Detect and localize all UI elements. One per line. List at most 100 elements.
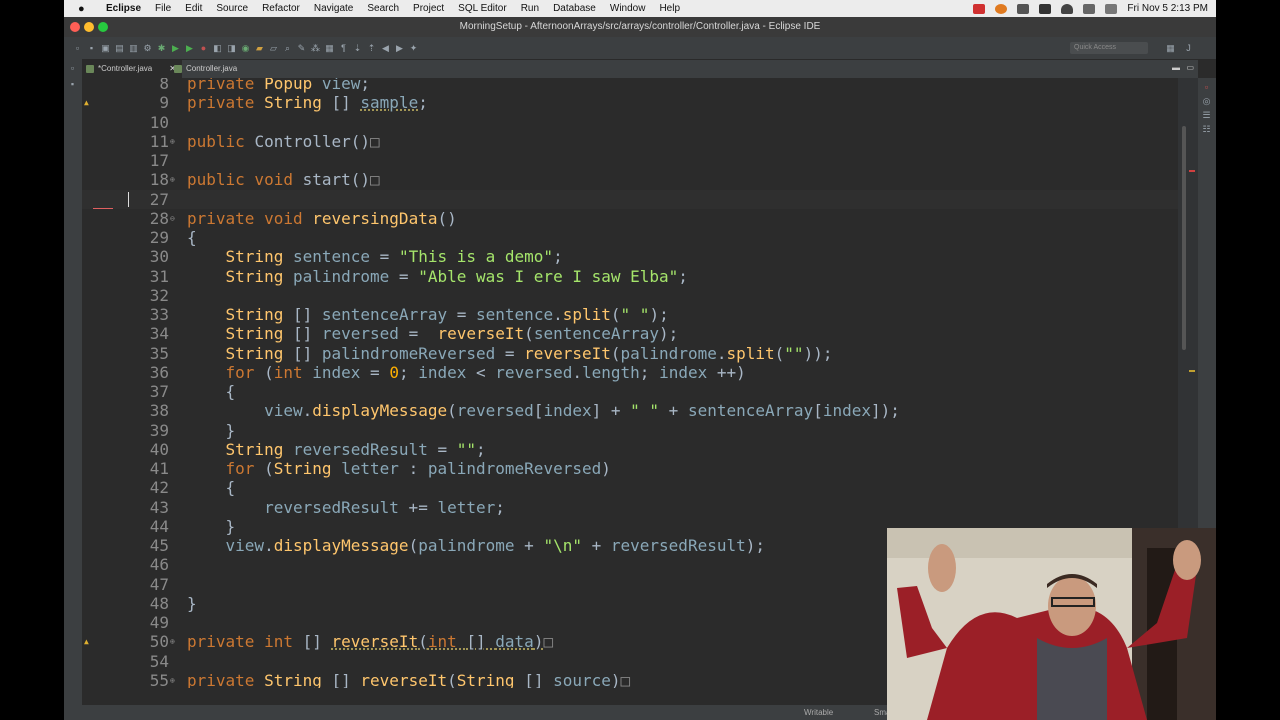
open-perspective-icon[interactable]: ▦ — [1165, 43, 1176, 54]
menu-clock[interactable]: Fri Nov 5 2:13 PM — [1127, 3, 1208, 14]
print-icon[interactable]: ▥ — [128, 43, 139, 54]
code-line[interactable]: 41 for (String letter : palindromeRevers… — [82, 459, 1178, 478]
code-line[interactable]: 8 private Popup view; — [82, 78, 1178, 93]
fold-toggle-icon[interactable]: ⊕ — [170, 170, 175, 189]
code-line[interactable]: 10 — [82, 113, 1178, 132]
tab-controller-java[interactable]: Controller.java — [170, 60, 266, 78]
menu-search[interactable]: Search — [367, 3, 399, 14]
record-icon[interactable] — [973, 3, 986, 14]
warning-marker[interactable] — [1189, 370, 1195, 372]
run-icon[interactable]: ▶ — [170, 43, 181, 54]
quick-access-input[interactable]: Quick Access — [1070, 42, 1148, 54]
menu-navigate[interactable]: Navigate — [314, 3, 353, 14]
tab-controller-java-active[interactable]: *Controller.java ✕ — [82, 60, 182, 78]
coverage-icon[interactable]: ● — [198, 43, 209, 54]
open-task-icon[interactable]: ▱ — [268, 43, 279, 54]
open-icon[interactable]: ▪ — [86, 43, 97, 54]
run-external-icon[interactable]: ▶ — [184, 43, 195, 54]
menu-refactor[interactable]: Refactor — [262, 3, 300, 14]
warning-icon[interactable]: ▲ — [84, 99, 92, 107]
code-line[interactable]: 40 String reversedResult = ""; — [82, 440, 1178, 459]
toggle-mark-icon[interactable]: ✎ — [296, 43, 307, 54]
new-icon[interactable]: ▫ — [72, 43, 83, 54]
code-line[interactable]: 37 { — [82, 382, 1178, 401]
code-line[interactable]: 30 String sentence = "This is a demo"; — [82, 247, 1178, 266]
code-line[interactable]: 31 String palindrome = "Able was I ere I… — [82, 267, 1178, 286]
forward-icon[interactable]: ▶ — [394, 43, 405, 54]
editor-scrollbar-thumb[interactable] — [1182, 126, 1186, 350]
debug-icon[interactable]: ✱ — [156, 43, 167, 54]
block-select-icon[interactable]: ▦ — [324, 43, 335, 54]
open-type-icon[interactable]: ▰ — [254, 43, 265, 54]
next-annotation-icon[interactable]: ⇣ — [352, 43, 363, 54]
package-explorer-icon[interactable]: ▪ — [67, 79, 78, 90]
menu-source[interactable]: Source — [216, 3, 248, 14]
menu-app-name[interactable]: Eclipse — [106, 3, 141, 14]
java-perspective-icon[interactable]: J — [1183, 43, 1194, 54]
menu-window[interactable]: Window — [610, 3, 646, 14]
code-line[interactable]: 32 — [82, 286, 1178, 305]
firefox-icon[interactable] — [995, 3, 1008, 14]
pin-editor-icon[interactable]: ✦ — [408, 43, 419, 54]
annotation-icon[interactable]: ⁂ — [310, 43, 321, 54]
fold-toggle-icon[interactable]: ⊕ — [170, 632, 175, 651]
task-list-icon[interactable]: ☰ — [1201, 110, 1212, 121]
code-line[interactable]: 27 — [82, 189, 1178, 209]
show-whitespace-icon[interactable]: ¶ — [338, 43, 349, 54]
minimize-window-icon[interactable] — [84, 22, 94, 32]
code-line[interactable]: 17 — [82, 151, 1178, 170]
spotlight-icon[interactable] — [1083, 3, 1096, 14]
problems-icon[interactable]: ☷ — [1201, 124, 1212, 135]
save-all-icon[interactable]: ▤ — [114, 43, 125, 54]
code-line[interactable]: 9 private String [] sample; ▲ — [82, 93, 1178, 112]
menu-run[interactable]: Run — [521, 3, 539, 14]
new-package-icon[interactable]: ◨ — [226, 43, 237, 54]
save-icon[interactable]: ▣ — [100, 43, 111, 54]
zoom-window-icon[interactable] — [98, 22, 108, 32]
code-line[interactable]: 28 ⊖ private void reversingData() — [82, 209, 1178, 228]
code-line[interactable]: 34 String [] reversed = reverseIt(senten… — [82, 324, 1178, 343]
maximize-editor-icon[interactable]: ▭ — [1186, 63, 1194, 72]
search-icon[interactable]: ⌕ — [282, 43, 293, 54]
back-icon[interactable]: ◀ — [380, 43, 391, 54]
code-line[interactable]: 38 view.displayMessage(reversed[index] +… — [82, 401, 1178, 420]
code-token: . — [572, 362, 582, 382]
code-token: ( — [408, 536, 419, 555]
menu-project[interactable]: Project — [413, 3, 444, 14]
apple-icon[interactable]: ● — [78, 3, 92, 15]
new-java-project-icon[interactable]: ◧ — [212, 43, 223, 54]
menu-file[interactable]: File — [155, 3, 171, 14]
left-trim-stack: ▫ ▪ — [64, 59, 82, 705]
code-line[interactable]: 42 { — [82, 478, 1178, 497]
code-line[interactable]: 11 ⊕ public Controller()□ — [82, 132, 1178, 151]
volume-icon[interactable] — [1017, 3, 1030, 14]
restore-icon[interactable]: ▫ — [67, 63, 78, 74]
code-line[interactable]: 36 for (int index = 0; index < reversed.… — [82, 363, 1178, 382]
fold-toggle-icon[interactable]: ⊕ — [170, 671, 175, 688]
outline-icon[interactable]: ◎ — [1201, 96, 1212, 107]
code-line[interactable]: 43 reversedResult += letter; — [82, 498, 1178, 517]
close-window-icon[interactable] — [70, 22, 80, 32]
restore-right-icon[interactable]: ▫ — [1201, 82, 1212, 93]
prev-annotation-icon[interactable]: ⇡ — [366, 43, 377, 54]
code-line[interactable]: 29 { — [82, 228, 1178, 247]
wifi-icon[interactable] — [1061, 3, 1074, 14]
minimize-editor-icon[interactable]: ▬ — [1172, 63, 1180, 72]
code-line[interactable]: 18 ⊕ public void start()□ — [82, 170, 1178, 189]
menu-database[interactable]: Database — [553, 3, 596, 14]
menu-sql-editor[interactable]: SQL Editor — [458, 3, 507, 14]
control-center-icon[interactable] — [1105, 3, 1118, 14]
battery-icon[interactable] — [1039, 3, 1052, 14]
code-line[interactable]: 33 String [] sentenceArray = sentence.sp… — [82, 305, 1178, 324]
new-class-icon[interactable]: ◉ — [240, 43, 251, 54]
menu-edit[interactable]: Edit — [185, 3, 202, 14]
error-marker[interactable] — [1189, 170, 1195, 172]
menu-help[interactable]: Help — [659, 3, 680, 14]
settings-icon[interactable]: ⚙ — [142, 43, 153, 54]
code-token: private — [187, 93, 265, 113]
code-line[interactable]: 35 String [] palindromeReversed = revers… — [82, 344, 1178, 363]
code-line[interactable]: 39 } — [82, 421, 1178, 440]
warning-icon[interactable]: ▲ — [84, 638, 92, 646]
fold-toggle-icon[interactable]: ⊕ — [170, 132, 175, 151]
fold-toggle-icon[interactable]: ⊖ — [170, 209, 175, 228]
